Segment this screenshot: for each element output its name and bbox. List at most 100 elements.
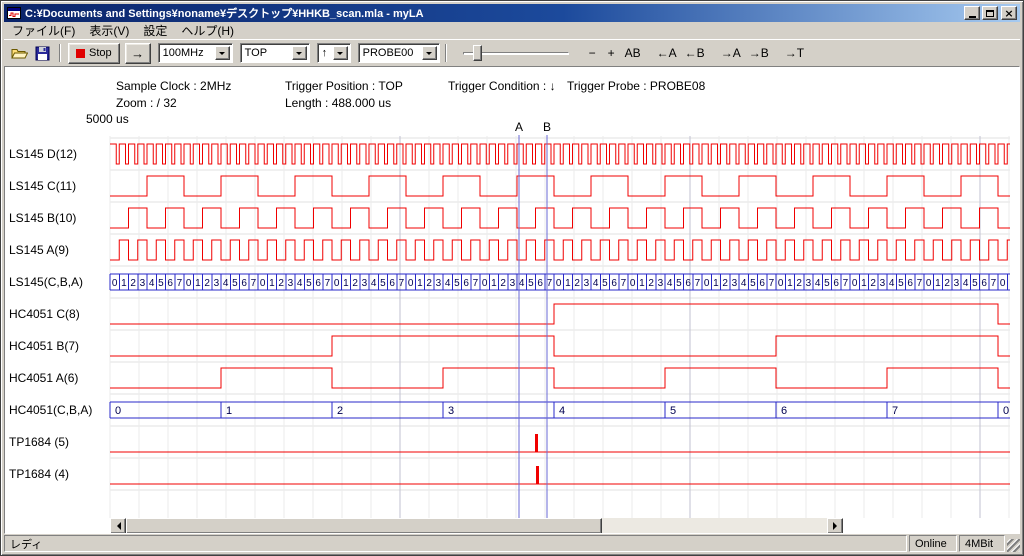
jump-prev-a-button[interactable]: ←A bbox=[653, 43, 681, 63]
svg-text:5: 5 bbox=[750, 278, 756, 289]
svg-text:2: 2 bbox=[796, 278, 802, 289]
menu-settings[interactable]: 設定 bbox=[136, 21, 174, 40]
svg-text:5: 5 bbox=[972, 278, 978, 289]
minimize-button[interactable] bbox=[964, 6, 980, 20]
stop-button[interactable]: Stop bbox=[68, 43, 120, 64]
zoom-in-button[interactable]: + bbox=[602, 43, 621, 63]
status-memory-panel: 4MBit bbox=[959, 535, 1005, 552]
jump-next-b-button[interactable]: →B bbox=[745, 43, 773, 63]
app-window: C:¥Documents and Settings¥noname¥デスクトップ¥… bbox=[0, 0, 1024, 556]
svg-text:2: 2 bbox=[648, 278, 654, 289]
svg-text:2: 2 bbox=[500, 278, 506, 289]
svg-text:4: 4 bbox=[297, 278, 303, 289]
menu-file[interactable]: ファイル(F) bbox=[5, 21, 82, 40]
svg-text:6: 6 bbox=[907, 278, 913, 289]
trigger-position-select[interactable]: TOP bbox=[240, 43, 310, 63]
svg-text:3: 3 bbox=[140, 278, 146, 289]
svg-text:4: 4 bbox=[371, 278, 377, 289]
minimize-icon bbox=[969, 16, 976, 18]
app-icon bbox=[7, 6, 21, 20]
svg-text:6: 6 bbox=[315, 278, 321, 289]
sample-clock-select[interactable]: 100MHz bbox=[158, 43, 233, 63]
horizontal-scrollbar[interactable] bbox=[110, 518, 843, 534]
svg-text:6: 6 bbox=[537, 278, 543, 289]
svg-text:2: 2 bbox=[722, 278, 728, 289]
menubar: ファイル(F) 表示(V) 設定 ヘルプ(H) bbox=[4, 22, 1020, 39]
zoom-out-button[interactable]: − bbox=[583, 43, 602, 63]
svg-text:4: 4 bbox=[593, 278, 599, 289]
svg-text:2: 2 bbox=[944, 278, 950, 289]
toolbar: Stop → 100MHz TOP ↑ PROBE00 − + AB ←A ←B… bbox=[4, 39, 1020, 66]
length-text: Length : 488.000 us bbox=[285, 96, 391, 110]
svg-text:1: 1 bbox=[787, 278, 793, 289]
svg-text:5: 5 bbox=[454, 278, 460, 289]
svg-text:0: 0 bbox=[112, 278, 118, 289]
scroll-left-button[interactable] bbox=[110, 518, 126, 534]
svg-text:6: 6 bbox=[241, 278, 247, 289]
sample-clock-text: Sample Clock : 2MHz bbox=[116, 79, 231, 93]
svg-text:3: 3 bbox=[584, 278, 590, 289]
open-file-button[interactable] bbox=[8, 42, 31, 64]
chevron-down-icon[interactable] bbox=[333, 46, 348, 60]
scrollbar-thumb[interactable] bbox=[126, 518, 602, 534]
menu-help[interactable]: ヘルプ(H) bbox=[174, 21, 241, 40]
svg-text:6: 6 bbox=[611, 278, 617, 289]
svg-text:1: 1 bbox=[639, 278, 645, 289]
trigger-probe-select[interactable]: PROBE00 bbox=[358, 43, 440, 63]
svg-text:2: 2 bbox=[130, 278, 136, 289]
save-button[interactable] bbox=[31, 42, 54, 64]
maximize-icon bbox=[986, 10, 994, 17]
ab-markers-button[interactable]: AB bbox=[621, 43, 645, 63]
jump-prev-b-button[interactable]: ←B bbox=[681, 43, 709, 63]
trigger-edge-select[interactable]: ↑ bbox=[317, 43, 351, 63]
svg-text:7: 7 bbox=[892, 405, 898, 417]
floppy-disk-icon bbox=[35, 46, 50, 61]
svg-text:0: 0 bbox=[186, 278, 192, 289]
jump-trigger-button[interactable]: →T bbox=[781, 43, 808, 63]
chevron-down-icon[interactable] bbox=[422, 46, 437, 60]
svg-text:4: 4 bbox=[559, 405, 565, 417]
menu-view[interactable]: 表示(V) bbox=[82, 21, 136, 40]
resize-grip[interactable] bbox=[1007, 539, 1020, 552]
svg-text:0: 0 bbox=[556, 278, 562, 289]
titlebar[interactable]: C:¥Documents and Settings¥noname¥デスクトップ¥… bbox=[4, 4, 1020, 22]
arrow-right-icon bbox=[833, 522, 841, 530]
svg-text:6: 6 bbox=[167, 278, 173, 289]
zoom-text: Zoom : / 32 bbox=[116, 96, 177, 110]
close-button[interactable]: × bbox=[1001, 6, 1017, 20]
waveform-display[interactable]: 0123456701234567012345670123456701234567… bbox=[4, 66, 1020, 534]
svg-text:6: 6 bbox=[759, 278, 765, 289]
svg-text:0: 0 bbox=[852, 278, 858, 289]
svg-text:2: 2 bbox=[426, 278, 432, 289]
chevron-down-icon[interactable] bbox=[215, 46, 230, 60]
run-button[interactable]: → bbox=[125, 43, 151, 64]
statusbar: レディ Online 4MBit bbox=[4, 533, 1020, 552]
svg-text:7: 7 bbox=[769, 278, 775, 289]
svg-text:3: 3 bbox=[436, 278, 442, 289]
marker-lines[interactable] bbox=[519, 135, 547, 518]
chevron-down-icon[interactable] bbox=[292, 46, 307, 60]
svg-text:7: 7 bbox=[251, 278, 257, 289]
svg-text:7: 7 bbox=[695, 278, 701, 289]
svg-text:3: 3 bbox=[448, 405, 454, 417]
status-ready-text: レディ bbox=[10, 536, 42, 552]
waveform-grid bbox=[110, 136, 1010, 518]
svg-text:3: 3 bbox=[954, 278, 960, 289]
scroll-right-button[interactable] bbox=[827, 518, 843, 534]
bus-layer: 0123456701234567012345670123456701234567… bbox=[110, 274, 1010, 418]
zoom-slider[interactable] bbox=[461, 42, 571, 64]
svg-text:6: 6 bbox=[389, 278, 395, 289]
slider-thumb[interactable] bbox=[473, 45, 482, 61]
svg-text:4: 4 bbox=[667, 278, 673, 289]
jump-next-a-button[interactable]: →A bbox=[717, 43, 745, 63]
svg-text:3: 3 bbox=[806, 278, 812, 289]
svg-text:1: 1 bbox=[935, 278, 941, 289]
svg-text:0: 0 bbox=[704, 278, 710, 289]
time-scale-label: 5000 us bbox=[86, 112, 129, 126]
maximize-button[interactable] bbox=[982, 6, 998, 20]
svg-text:7: 7 bbox=[843, 278, 849, 289]
svg-text:5: 5 bbox=[158, 278, 164, 289]
svg-text:0: 0 bbox=[260, 278, 266, 289]
svg-text:4: 4 bbox=[889, 278, 895, 289]
svg-text:4: 4 bbox=[741, 278, 747, 289]
